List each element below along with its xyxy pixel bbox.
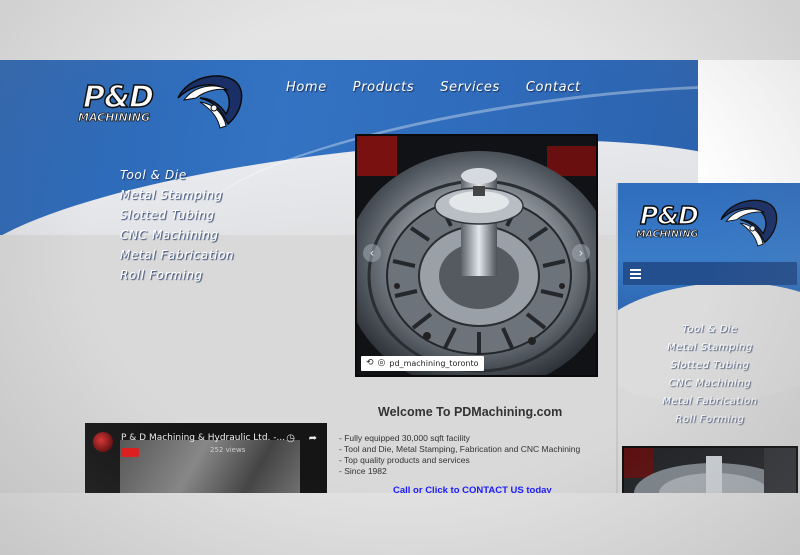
bullet-item: - Since 1982 <box>339 466 387 476</box>
logo-main-text: P&D <box>82 79 155 116</box>
hamburger-menu-icon[interactable] <box>623 262 797 285</box>
nav-services[interactable]: Services <box>440 80 500 95</box>
nav-products[interactable]: Products <box>353 80 414 95</box>
bullet-item: - Fully equipped 30,000 sqft facility <box>339 433 470 443</box>
welcome-bullets: - Fully equipped 30,000 sqft facility - … <box>339 433 580 477</box>
menu-item-cnc-machining[interactable]: CNC Machining <box>120 225 234 245</box>
menu-item-metal-stamping[interactable]: Metal Stamping <box>120 185 234 205</box>
mobile-menu-item-metal-fabrication[interactable]: Metal Fabrication <box>618 393 800 411</box>
mobile-logo[interactable]: P&D MACHINING <box>636 195 796 255</box>
watch-later-icon[interactable]: ◷ <box>286 433 295 444</box>
menu-item-metal-fabrication[interactable]: Metal Fabrication <box>120 245 234 265</box>
services-menu: Tool & Die Metal Stamping Slotted Tubing… <box>120 165 234 285</box>
bottom-backdrop <box>0 493 800 555</box>
mobile-menu-item-cnc-machining[interactable]: CNC Machining <box>618 375 800 393</box>
top-nav: Home Products Services Contact <box>286 80 581 95</box>
instagram-tag[interactable]: ⟲ ◎ pd_machining_toronto <box>361 356 484 371</box>
instagram-avatar-icon: ◎ <box>377 358 386 368</box>
logo-swirl-icon <box>177 75 243 129</box>
mobile-services-menu: Tool & Die Metal Stamping Slotted Tubing… <box>618 321 800 429</box>
youtube-embed[interactable]: P & D Machining & Hydraulic Ltd. -... 25… <box>85 423 327 493</box>
mobile-menu-item-metal-stamping[interactable]: Metal Stamping <box>618 339 800 357</box>
menu-item-roll-forming[interactable]: Roll Forming <box>120 265 234 285</box>
menu-item-tool-die[interactable]: Tool & Die <box>120 165 234 185</box>
video-title[interactable]: P & D Machining & Hydraulic Ltd. -... <box>121 433 285 443</box>
slider-prev-button[interactable]: ‹ <box>363 244 381 262</box>
video-views: 252 views <box>210 446 246 454</box>
logo-sub-text: MACHINING <box>78 111 151 125</box>
white-backdrop <box>698 60 800 183</box>
desktop-site: P&D MACHINING Home Products Services Con… <box>0 60 698 493</box>
machined-part-photo <box>357 136 596 375</box>
bullet-item: - Top quality products and services <box>339 455 470 465</box>
image-slider[interactable]: ‹ › ⟲ ◎ pd_machining_toronto <box>355 134 598 377</box>
mobile-logo-main-text: P&D <box>639 200 699 231</box>
menu-item-slotted-tubing[interactable]: Slotted Tubing <box>120 205 234 225</box>
mobile-logo-swirl-icon <box>720 199 778 247</box>
contact-cta-link[interactable]: Call or Click to CONTACT US today <box>393 485 552 493</box>
nav-contact[interactable]: Contact <box>526 80 581 95</box>
mobile-image-slider[interactable] <box>622 446 798 493</box>
site-logo[interactable]: P&D MACHINING <box>78 74 248 144</box>
slider-next-button[interactable]: › <box>572 244 590 262</box>
mobile-machined-part-photo <box>624 448 796 493</box>
mobile-logo-sub-text: MACHINING <box>636 229 699 241</box>
share-icon[interactable]: ➦ <box>309 433 317 444</box>
channel-avatar[interactable] <box>93 432 113 452</box>
instagram-handle: pd_machining_toronto <box>389 359 479 368</box>
welcome-heading: Welcome To PDMachining.com <box>378 405 563 419</box>
repost-icon: ⟲ <box>366 358 374 368</box>
mobile-site: P&D MACHINING Tool & Die Metal Stamping … <box>616 183 800 493</box>
youtube-logo-icon <box>121 448 139 457</box>
nav-home[interactable]: Home <box>286 80 327 95</box>
mobile-menu-item-slotted-tubing[interactable]: Slotted Tubing <box>618 357 800 375</box>
bullet-item: - Tool and Die, Metal Stamping, Fabricat… <box>339 444 581 454</box>
mobile-menu-item-roll-forming[interactable]: Roll Forming <box>618 411 800 429</box>
mobile-menu-item-tool-die[interactable]: Tool & Die <box>618 321 800 339</box>
